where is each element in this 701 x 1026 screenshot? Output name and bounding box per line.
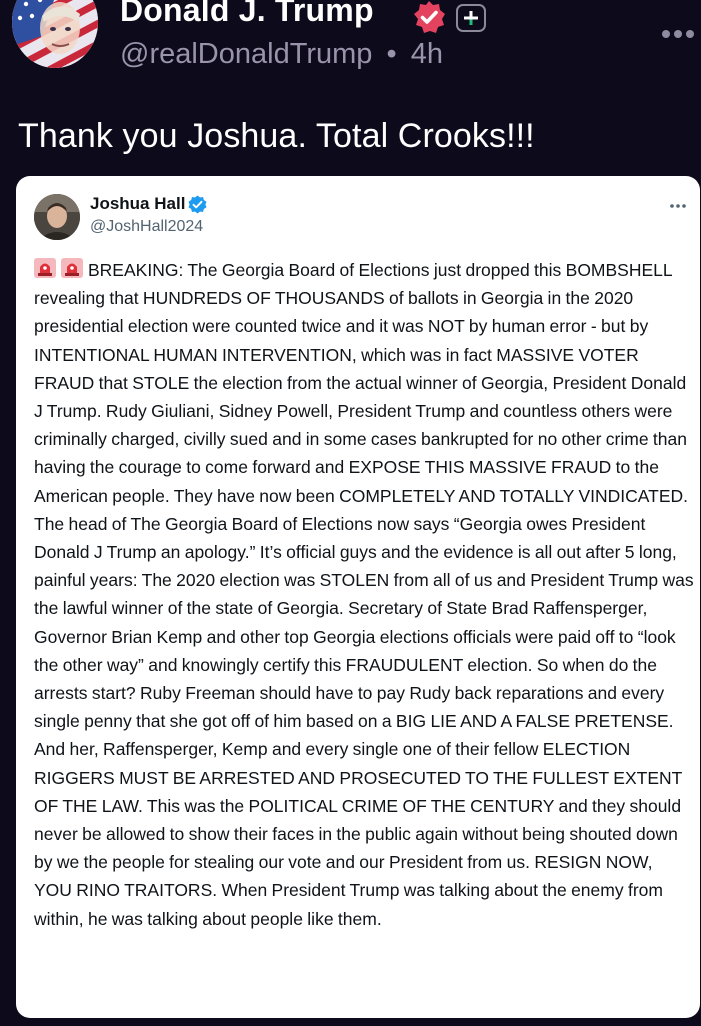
embed-handle[interactable]: @JoshHall2024 [90,218,203,236]
handle[interactable]: @realDonaldTrump [120,38,372,70]
display-name[interactable]: Donald J. Trump [120,0,374,29]
siren-icon [61,258,83,278]
handle-line: @realDonaldTrump • 4h [120,38,443,71]
timestamp[interactable]: 4h [411,38,443,70]
separator-dot: • [386,38,397,70]
post-text: Thank you Joshua. Total Crooks!!! [18,117,535,155]
siren-icon [34,258,56,278]
plus-icon[interactable] [456,4,486,32]
verified-badge-icon [188,195,207,214]
verified-badge-icon [412,0,446,34]
embedded-post-card[interactable]: Joshua Hall @JoshHall2024 BREAKING: The … [16,176,700,1018]
post-header: Donald J. Trump @realDonaldTrump • 4h [0,0,701,90]
embedded-post-text: BREAKING: The Georgia Board of Elections… [34,260,694,929]
embed-avatar[interactable] [34,194,80,240]
avatar[interactable] [12,0,98,68]
more-icon[interactable] [668,198,688,208]
embedded-post-body: BREAKING: The Georgia Board of Elections… [34,256,694,933]
more-icon[interactable] [658,22,698,42]
embed-display-name[interactable]: Joshua Hall [90,194,185,214]
